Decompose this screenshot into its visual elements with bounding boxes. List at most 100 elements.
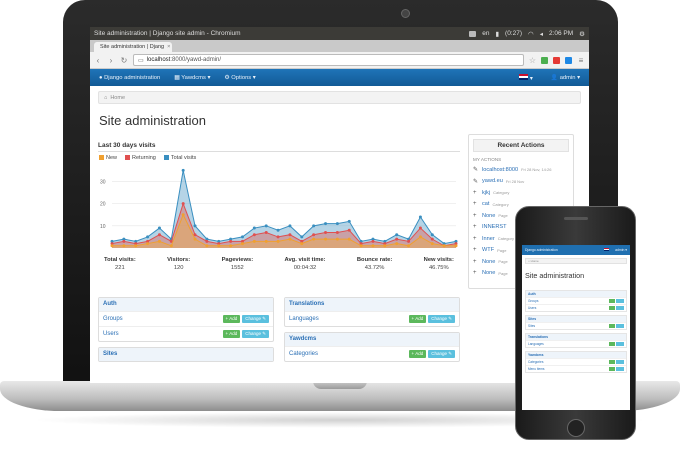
module-title[interactable]: Translations: [285, 298, 459, 311]
extension-icon[interactable]: [541, 56, 548, 64]
phone-model-link[interactable]: Languages: [528, 342, 544, 346]
close-tab-icon[interactable]: ×: [167, 44, 170, 50]
data-point[interactable]: [347, 228, 351, 232]
model-link[interactable]: Groups: [103, 316, 123, 322]
data-point[interactable]: [324, 237, 328, 241]
module-title[interactable]: Auth: [99, 298, 273, 311]
data-point[interactable]: [146, 235, 150, 239]
reload-button[interactable]: ↻: [120, 56, 128, 65]
data-point[interactable]: [371, 244, 375, 248]
browser-menu-icon[interactable]: ≡: [577, 56, 585, 65]
recent-action-label[interactable]: kjkj: [482, 190, 490, 196]
data-point[interactable]: [288, 237, 292, 241]
recent-action-label[interactable]: cat: [482, 201, 489, 207]
change-button[interactable]: Change ✎: [428, 350, 455, 358]
clock[interactable]: 2:06 PM: [549, 30, 573, 37]
add-button[interactable]: + Add: [222, 315, 241, 323]
phone-model-link[interactable]: Groups: [528, 299, 538, 303]
language-flag-icon[interactable]: ▾: [519, 73, 533, 82]
data-point[interactable]: [395, 237, 399, 241]
recent-action-label[interactable]: INNERST: [482, 224, 507, 230]
data-point[interactable]: [430, 242, 434, 246]
module-title[interactable]: Sites: [99, 348, 273, 361]
volume-icon[interactable]: ◂: [540, 30, 543, 38]
data-point[interactable]: [418, 226, 422, 230]
phone-change-button[interactable]: [616, 360, 624, 364]
data-point[interactable]: [157, 233, 161, 237]
data-point[interactable]: [157, 226, 161, 230]
data-point[interactable]: [252, 233, 256, 237]
data-point[interactable]: [335, 230, 339, 234]
data-point[interactable]: [134, 244, 138, 248]
add-button[interactable]: + Add: [408, 315, 427, 323]
recent-action-label[interactable]: None: [482, 270, 495, 276]
data-point[interactable]: [193, 233, 197, 237]
data-point[interactable]: [240, 242, 244, 246]
data-point[interactable]: [264, 230, 268, 234]
data-point[interactable]: [169, 244, 173, 248]
phone-brand-link[interactable]: Django administration: [525, 248, 558, 252]
data-point[interactable]: [276, 235, 280, 239]
data-point[interactable]: [193, 237, 197, 241]
data-point[interactable]: [122, 244, 126, 248]
data-point[interactable]: [205, 239, 209, 243]
recent-action-item[interactable]: ✎ localhost:8000 Fri 28 Nov, 14:26: [473, 164, 569, 176]
data-point[interactable]: [264, 239, 268, 243]
data-point[interactable]: [205, 244, 209, 248]
phone-add-button[interactable]: [609, 342, 615, 346]
data-point[interactable]: [430, 233, 434, 237]
browser-tab[interactable]: Site administration | Djang ×: [94, 42, 172, 52]
phone-user-menu[interactable]: admin ▾: [615, 248, 627, 252]
recent-action-label[interactable]: None: [482, 213, 495, 219]
phone-model-link[interactable]: Sites: [528, 324, 535, 328]
phone-add-button[interactable]: [609, 360, 615, 364]
add-button[interactable]: + Add: [408, 350, 427, 358]
data-point[interactable]: [288, 224, 292, 228]
data-point[interactable]: [181, 213, 185, 217]
model-link[interactable]: Users: [103, 331, 119, 337]
wifi-icon[interactable]: ◠: [528, 30, 534, 38]
data-point[interactable]: [324, 230, 328, 234]
url-input[interactable]: ▭ localhost:8000/yawd-admin/: [133, 54, 524, 66]
phone-change-button[interactable]: [616, 324, 624, 328]
breadcrumb-home[interactable]: Home: [110, 95, 125, 101]
phone-change-button[interactable]: [616, 367, 624, 371]
recent-action-item[interactable]: + kjkj Category: [473, 187, 569, 199]
keyboard-layout[interactable]: en: [482, 30, 489, 37]
data-point[interactable]: [454, 244, 458, 248]
data-point[interactable]: [276, 239, 280, 243]
data-point[interactable]: [442, 244, 446, 248]
data-point[interactable]: [418, 215, 422, 219]
data-point[interactable]: [395, 242, 399, 246]
data-point[interactable]: [418, 235, 422, 239]
extension-icon[interactable]: [565, 56, 572, 64]
change-button[interactable]: Change ✎: [242, 315, 269, 323]
gear-icon[interactable]: ⚙: [579, 30, 585, 38]
data-point[interactable]: [300, 242, 304, 246]
data-point[interactable]: [181, 168, 185, 172]
recent-action-label[interactable]: WTF: [482, 247, 494, 253]
phone-language-flag-icon[interactable]: [604, 247, 610, 253]
recent-action-label[interactable]: Inner: [482, 236, 495, 242]
user-menu[interactable]: 👤 admin ▾: [551, 75, 580, 81]
data-point[interactable]: [181, 202, 185, 206]
data-point[interactable]: [288, 233, 292, 237]
home-button[interactable]: [567, 419, 585, 437]
data-point[interactable]: [395, 233, 399, 237]
data-point[interactable]: [110, 244, 114, 248]
data-point[interactable]: [407, 239, 411, 243]
model-link[interactable]: Categories: [289, 351, 318, 357]
phone-add-button[interactable]: [609, 299, 615, 303]
data-point[interactable]: [122, 239, 126, 243]
data-point[interactable]: [371, 239, 375, 243]
data-point[interactable]: [359, 244, 363, 248]
phone-breadcrumb[interactable]: ⌂ Home: [525, 258, 627, 264]
phone-change-button[interactable]: [616, 299, 624, 303]
home-icon[interactable]: ⌂: [104, 95, 107, 101]
data-point[interactable]: [217, 244, 221, 248]
data-point[interactable]: [300, 235, 304, 239]
data-point[interactable]: [407, 244, 411, 248]
data-point[interactable]: [229, 244, 233, 248]
data-point[interactable]: [193, 224, 197, 228]
change-button[interactable]: Change ✎: [242, 330, 269, 338]
